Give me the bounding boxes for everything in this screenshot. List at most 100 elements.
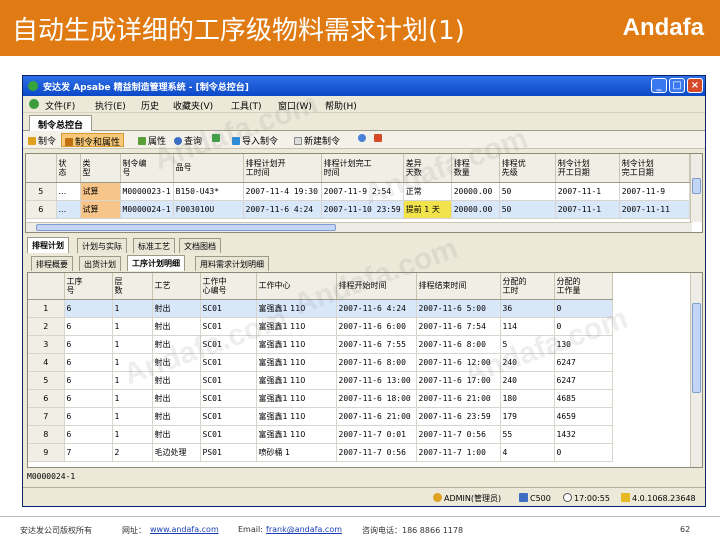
- col-header[interactable]: 状 态: [56, 154, 81, 183]
- order-button[interactable]: 制令: [25, 133, 59, 147]
- order-props-icon: [65, 138, 73, 146]
- hours-cell: 114: [500, 317, 555, 336]
- table-row[interactable]: 9 7 2 毛边处理 PS01 喷砂桶 1 2007-11-7 0:56 2007-11-7 …: [28, 443, 613, 462]
- row-number: 8: [28, 425, 65, 444]
- operation-no-cell: 6: [64, 425, 113, 444]
- table-row[interactable]: 7 6 1 射出 SC01 富强鑫1 110 2007-11-6 21:00 2007-11-…: [28, 407, 613, 426]
- start-time-cell: 2007-11-6 4:24: [336, 299, 417, 318]
- website-link[interactable]: www.andafa.com: [150, 525, 219, 534]
- col-header[interactable]: 工作中心: [256, 273, 337, 300]
- tab-standard-process[interactable]: 标准工艺: [133, 238, 175, 253]
- order-number-cell: M0000023-1: [120, 182, 174, 201]
- slide-header: 自动生成详细的工序级物料需求计划(1) Andafa: [0, 0, 720, 56]
- order-grid-hscroll[interactable]: [26, 222, 692, 232]
- tab-plan-vs-actual[interactable]: 计划与实际: [77, 238, 127, 253]
- order-and-props-button[interactable]: 制令和属性: [61, 133, 125, 148]
- col-header[interactable]: 制令计划 开工日期: [555, 154, 620, 183]
- email-link[interactable]: frank@andafa.com: [266, 525, 342, 534]
- menu-file[interactable]: 文件(F): [45, 99, 75, 112]
- start-time-cell: 2007-11-6 13:00: [336, 371, 417, 390]
- app-icon: [28, 81, 38, 91]
- menu-tools[interactable]: 工具(T): [231, 99, 262, 112]
- process-table-body: 1 6 1 射出 SC01 富强鑫1 110 2007-11-6 4:24 2007-11-6…: [28, 299, 613, 462]
- table-row[interactable]: 6 6 1 射出 SC01 富强鑫1 110 2007-11-6 18:00 2007-11-…: [28, 389, 613, 408]
- start-time-cell: 2007-11-6 18:00: [336, 389, 417, 408]
- close-icon: [374, 134, 382, 142]
- menu-window[interactable]: 窗口(W): [278, 99, 312, 112]
- hours-cell: 5: [500, 335, 555, 354]
- properties-button[interactable]: 属性: [135, 133, 169, 147]
- col-header[interactable]: 排程计划开 工时间: [243, 154, 322, 183]
- minimize-button[interactable]: _: [651, 78, 667, 93]
- tab-process-plan-detail[interactable]: 工序计划明细: [127, 255, 185, 271]
- current-order-label: M0000024-1: [27, 472, 76, 481]
- workcenter-code-cell: SC01: [200, 425, 257, 444]
- tab-schedule-summary[interactable]: 排程概要: [31, 256, 73, 271]
- col-header[interactable]: 类 型: [80, 154, 121, 183]
- col-header[interactable]: [28, 273, 65, 300]
- col-header[interactable]: 工序 号: [64, 273, 113, 300]
- tab-control-console[interactable]: 制令总控台: [29, 115, 93, 131]
- close-tab-button[interactable]: [371, 133, 387, 147]
- col-header[interactable]: 排程 数量: [451, 154, 500, 183]
- status-bar: ADMIN(管理员) C500 17:00:55 4.0.1068.23648: [23, 487, 705, 506]
- process-cell: 射出: [152, 425, 201, 444]
- table-row[interactable]: 8 6 1 射出 SC01 富强鑫1 110 2007-11-7 0:01 2007-11-7…: [28, 425, 613, 444]
- table-row[interactable]: 2 6 1 射出 SC01 富强鑫1 110 2007-11-6 6:00 2007-11-6…: [28, 317, 613, 336]
- row-number: 3: [28, 335, 65, 354]
- col-header[interactable]: 分配的 工作量: [554, 273, 613, 300]
- workcenter-cell: 富强鑫1 110: [256, 353, 337, 372]
- end-time-cell: 2007-11-6 7:54: [416, 317, 501, 336]
- menu-history[interactable]: 历史: [141, 99, 159, 112]
- import-order-button[interactable]: 导入制令: [229, 133, 281, 147]
- tab-material-plan-detail[interactable]: 用料需求计划明细: [195, 256, 269, 271]
- properties-icon: [138, 137, 146, 145]
- table-row[interactable]: 6 ... 试算 M0000024-1 F003010U 2007-11-6 4…: [26, 200, 690, 219]
- table-row[interactable]: 4 6 1 射出 SC01 富强鑫1 110 2007-11-6 8:00 2007-11-6…: [28, 353, 613, 372]
- help-button[interactable]: [355, 133, 371, 147]
- col-header[interactable]: 分配的 工时: [500, 273, 555, 300]
- scroll-thumb[interactable]: [692, 178, 701, 194]
- table-row[interactable]: 5 ... 试算 M0000023-1 B150-U43* 2007-11-4 …: [26, 182, 690, 201]
- menu-favorites[interactable]: 收藏夹(V): [173, 99, 213, 112]
- table-row[interactable]: 1 6 1 射出 SC01 富强鑫1 110 2007-11-6 4:24 2007-11-6…: [28, 299, 613, 318]
- refresh-button[interactable]: [209, 133, 225, 147]
- query-button[interactable]: 查询: [171, 133, 205, 147]
- start-time-cell: 2007-11-7 0:56: [336, 443, 417, 462]
- col-header[interactable]: 工艺: [152, 273, 201, 300]
- end-time-cell: 2007-11-6 21:00: [416, 389, 501, 408]
- col-header[interactable]: 制令计划 完工日期: [619, 154, 690, 183]
- col-header[interactable]: 排程开始时间: [336, 273, 417, 300]
- col-header[interactable]: 排程结束时间: [416, 273, 501, 300]
- order-grid-vscroll[interactable]: [690, 154, 702, 222]
- order-number-cell: M0000024-1: [120, 200, 174, 219]
- close-button[interactable]: ×: [687, 78, 703, 93]
- menu-help[interactable]: 帮助(H): [325, 99, 357, 112]
- title-bar[interactable]: 安达发 Apsabe 精益制造管理系统 - [制令总控台] _ □ ×: [23, 76, 705, 96]
- col-header[interactable]: 排程计划完工 时间: [321, 154, 404, 183]
- process-grid-vscroll[interactable]: [690, 273, 702, 467]
- level-cell: 1: [112, 407, 153, 426]
- workload-cell: 4685: [554, 389, 613, 408]
- col-header[interactable]: 排程优 先级: [499, 154, 556, 183]
- order-icon: [28, 137, 36, 145]
- col-header[interactable]: 差异 天数: [403, 154, 452, 183]
- tab-shipping-plan[interactable]: 出货计划: [79, 256, 121, 271]
- col-header[interactable]: [26, 154, 57, 183]
- scroll-thumb[interactable]: [692, 303, 701, 393]
- new-order-button[interactable]: 新建制令: [291, 133, 343, 147]
- table-row[interactable]: 3 6 1 射出 SC01 富强鑫1 110 2007-11-6 7:55 2007-11-6…: [28, 335, 613, 354]
- quantity-cell: 20000.00: [451, 182, 500, 201]
- col-header[interactable]: 层 数: [112, 273, 153, 300]
- col-header[interactable]: 制令编 号: [120, 154, 174, 183]
- menu-execute[interactable]: 执行(E): [95, 99, 126, 112]
- maximize-button[interactable]: □: [669, 78, 685, 93]
- tab-documents[interactable]: 文档图档: [179, 238, 221, 253]
- table-row[interactable]: 5 6 1 射出 SC01 富强鑫1 110 2007-11-6 13:00 2007-11-…: [28, 371, 613, 390]
- scroll-thumb[interactable]: [36, 224, 336, 231]
- workcenter-code-cell: SC01: [200, 335, 257, 354]
- col-header[interactable]: 工作中 心编号: [200, 273, 257, 300]
- col-header[interactable]: 品号: [173, 154, 244, 183]
- hours-cell: 240: [500, 353, 555, 372]
- tab-schedule-plan[interactable]: 排程计划: [27, 237, 69, 253]
